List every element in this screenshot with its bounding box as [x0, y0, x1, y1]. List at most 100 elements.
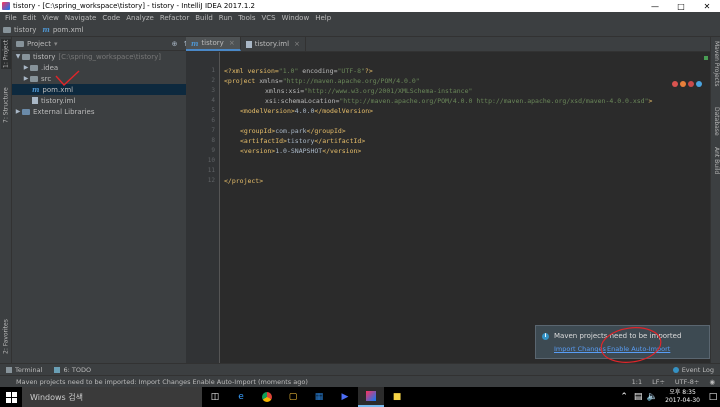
maximize-icon[interactable]: □ [668, 0, 694, 12]
tab-todo[interactable]: 6: TODO [48, 366, 97, 374]
project-header-label: Project [27, 39, 51, 48]
tag-text: com.park [275, 127, 307, 135]
line-separator[interactable]: LF÷ [647, 378, 670, 386]
todo-label: 6: TODO [63, 365, 92, 374]
bottom-tool-bar: Terminal 6: TODO Event Log [0, 363, 720, 375]
tab-structure-tool[interactable]: 7: Structure [1, 85, 11, 125]
tab-maven-projects[interactable]: Maven Projects [712, 41, 720, 86]
close-tab-icon[interactable]: × [294, 40, 300, 48]
enable-auto-import-link[interactable]: Enable Auto-Import [607, 345, 670, 353]
root-path-text: C:\spring_workspace\tistory [61, 52, 159, 61]
module-file-icon [245, 40, 252, 48]
menu-file[interactable]: File [2, 14, 20, 22]
close-icon[interactable]: ✕ [694, 0, 720, 12]
tab-database[interactable]: Database [712, 107, 720, 136]
code-line-7: <groupId>com.park</groupId> [240, 127, 346, 137]
windows-search-box[interactable]: Windows 검색 [22, 387, 202, 407]
tab-terminal[interactable]: Terminal [0, 366, 48, 374]
tag: </modelVersion> [314, 107, 374, 115]
chrome-taskbar-icon[interactable] [254, 387, 280, 407]
tag: <version> [240, 147, 276, 155]
module-file-icon [32, 97, 38, 104]
menu-navigate[interactable]: Navigate [62, 14, 99, 22]
media-icon[interactable]: ▶ [332, 387, 358, 407]
lock-icon[interactable]: ◉ [704, 378, 720, 386]
menu-refactor[interactable]: Refactor [157, 14, 192, 22]
inspection-ok-icon [704, 56, 708, 60]
attr-value: "http://www.w3.org/2001/XMLSchema-instan… [304, 87, 473, 95]
tab-favorites-tool[interactable]: 2: Favorites [1, 317, 11, 357]
line-number: 5 [211, 107, 215, 114]
menu-view[interactable]: View [39, 14, 62, 22]
tag: </version> [322, 147, 362, 155]
tree-iml-label: tistory.iml [41, 96, 76, 105]
right-tool-strip: Maven Projects Database Ant Build [710, 37, 720, 363]
left-tool-strip: 1: Project 7: Structure 2: Favorites [0, 37, 12, 363]
network-icon[interactable]: ▤ [631, 387, 645, 407]
status-message[interactable]: Maven projects need to be imported: Impo… [0, 378, 627, 386]
attr-name: encoding= [298, 67, 338, 75]
intellij-taskbar-icon[interactable] [358, 387, 384, 407]
maven-icon: m [191, 38, 199, 48]
menu-build[interactable]: Build [192, 14, 216, 22]
firefox-icon[interactable] [680, 81, 686, 87]
menu-tools[interactable]: Tools [235, 14, 258, 22]
menu-code[interactable]: Code [99, 14, 123, 22]
chevron-down-icon: ▾ [53, 39, 58, 48]
tag: <groupId> [240, 127, 276, 135]
code-editor[interactable]: 1 2 3 4 5 6 7 8 9 10 11 12 <?xml version… [186, 52, 710, 363]
line-number: 9 [211, 147, 215, 154]
sticky-notes-icon[interactable]: ■ [384, 387, 410, 407]
chrome-icon[interactable] [672, 81, 678, 87]
menu-help[interactable]: Help [312, 14, 334, 22]
tree-pom-label: pom.xml [42, 85, 74, 94]
menu-vcs[interactable]: VCS [258, 14, 278, 22]
tag: </artifactId> [314, 137, 366, 145]
minimize-icon[interactable]: — [642, 0, 668, 12]
file-explorer-icon[interactable]: ▢ [280, 387, 306, 407]
clock[interactable]: 오후 8:35 2017-04-30 [659, 389, 706, 405]
opera-icon[interactable] [688, 81, 694, 87]
volume-icon[interactable]: 🔈 [645, 387, 659, 407]
sync-icon[interactable]: ⊕ [170, 40, 179, 48]
code-line-1: <?xml version="1.0" encoding="UTF-8"?> [224, 67, 373, 77]
file-encoding[interactable]: UTF-8÷ [670, 378, 704, 386]
attr-value: "http://maven.apache.org/POM/4.0.0 http:… [339, 97, 649, 105]
tab-pom-label: tistory [201, 39, 224, 47]
tree-root-path: [C:\spring_workspace\tistory] [58, 52, 161, 61]
folder-icon [3, 26, 11, 33]
tray-chevron-icon[interactable]: ⌃ [617, 387, 631, 407]
tag: <artifactId> [240, 137, 287, 145]
tab-pom[interactable]: m tistory × [186, 37, 241, 51]
menu-analyze[interactable]: Analyze [123, 14, 157, 22]
caret-position[interactable]: 1:1 [627, 378, 647, 386]
tab-project-tool[interactable]: 1: Project [1, 39, 11, 69]
breadcrumb-project[interactable]: tistory [3, 26, 36, 34]
line-number: 12 [207, 177, 215, 184]
line-number: 11 [207, 167, 215, 174]
windows-start-icon[interactable] [0, 387, 22, 407]
project-view-selector[interactable]: Project ▾ [16, 40, 170, 48]
tab-ant-build[interactable]: Ant Build [712, 147, 720, 174]
breadcrumb-file[interactable]: m pom.xml [42, 25, 83, 34]
task-view-icon[interactable]: ◫ [202, 387, 228, 407]
menu-edit[interactable]: Edit [20, 14, 40, 22]
import-changes-link[interactable]: Import Changes [554, 345, 606, 353]
ie-icon[interactable] [696, 81, 702, 87]
notification-center-icon[interactable]: □ [706, 387, 720, 407]
project-icon [16, 40, 24, 47]
windows-taskbar: Windows 검색 ◫ e ▢ ▦ ▶ ■ ⌃ ▤ 🔈 오후 8:35 201… [0, 387, 720, 407]
tab-event-log[interactable]: Event Log [667, 366, 720, 374]
tab-iml[interactable]: tistory.iml × [241, 37, 306, 51]
edge-icon[interactable]: e [228, 387, 254, 407]
line-number: 10 [207, 157, 215, 164]
line-number: 1 [211, 67, 215, 74]
store-icon[interactable]: ▦ [306, 387, 332, 407]
window-title: tistory - [C:\spring_workspace\tistory] … [13, 2, 256, 10]
todo-icon [54, 366, 61, 373]
tree-src-label: src [41, 74, 52, 83]
close-tab-icon[interactable]: × [229, 39, 235, 47]
menu-run[interactable]: Run [216, 14, 235, 22]
menu-window[interactable]: Window [279, 14, 313, 22]
line-number-gutter: 1 2 3 4 5 6 7 8 9 10 11 12 [186, 52, 220, 363]
